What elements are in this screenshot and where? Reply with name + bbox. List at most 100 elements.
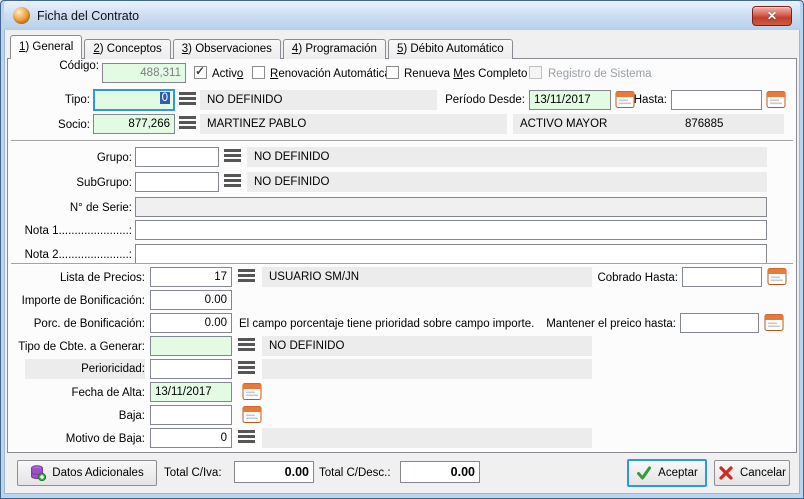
mantener-precio-field[interactable] [680,313,759,333]
motivo-baja-lookup-button[interactable] [238,430,255,445]
socio-nombre: MARTINEZ PABLO [200,114,507,134]
check-icon: ✓ [195,66,206,77]
lista-precios-field[interactable] [150,267,232,287]
periodo-desde-field[interactable] [529,90,611,110]
database-plus-icon [30,465,46,481]
hasta-field[interactable] [671,90,762,110]
cobrado-hasta-calendar-icon[interactable] [767,267,788,286]
nota2-label: Nota 2......................: [8,248,132,262]
registro-de-sistema-label: Registro de Sistema [548,67,652,81]
cancelar-button[interactable]: Cancelar [714,460,790,486]
lista-precios-label: Lista de Precios: [8,271,145,285]
cobrado-hasta-label: Cobrado Hasta: [548,271,678,285]
baja-calendar-icon[interactable] [242,405,263,424]
cancelar-label: Cancelar [740,467,786,479]
codigo-field[interactable] [102,63,186,83]
close-button[interactable]: ✕ [752,6,792,26]
motivo-baja-field[interactable] [150,428,232,448]
datos-adicionales-button[interactable]: Datos Adicionales [17,460,157,486]
baja-label: Baja: [8,409,145,423]
motivo-baja-label: Motivo de Baja: [8,432,145,446]
tipo-cbte-label: Tipo de Cbte. a Generar: [8,340,145,354]
tipo-cbte-description: NO DEFINIDO [262,336,592,356]
subgrupo-description: NO DEFINIDO [247,172,767,192]
dialog-body: 1) General 2) Conceptos 3) Observaciones… [4,30,800,494]
tab-programacion[interactable]: 4) Programación [283,39,386,59]
perioricidad-label: Perioricidad: [25,359,145,379]
mantener-precio-calendar-icon[interactable] [764,313,785,332]
periodo-desde-label: Período Desde: [428,93,525,107]
tab-page-general: Código: ✓ Activo Renovación Automática R… [7,58,797,453]
grupo-description: NO DEFINIDO [247,147,767,167]
renovacion-automatica-checkbox[interactable] [252,66,265,79]
nota2-field[interactable] [135,244,767,264]
total-iva-label: Total C/Iva: [164,466,222,480]
importe-bonificacion-label: Importe de Bonificación: [8,294,145,308]
socio-info-strip: ACTIVO MAYOR 876885 [513,114,784,134]
app-icon [13,7,30,24]
tab-conceptos[interactable]: 2) Conceptos [84,39,170,59]
socio-field[interactable] [93,114,175,134]
lista-precios-description: USUARIO SM/JN [262,267,592,287]
ficha-del-contrato-dialog: Ficha del Contrato ✕ 1) General 2) Conce… [0,0,804,499]
renueva-mes-completo-checkbox[interactable] [386,66,399,79]
porc-bonificacion-label: Porc. de Bonificación: [8,317,145,331]
hasta-calendar-icon[interactable] [766,90,787,109]
activo-checkbox[interactable]: ✓ [194,66,207,79]
registro-de-sistema-checkbox [529,66,542,79]
tab-bar: 1) General 2) Conceptos 3) Observaciones… [5,34,799,58]
tipo-description: NO DEFINIDO [200,90,437,110]
aceptar-button[interactable]: Aceptar [627,459,707,487]
tipo-value: 0 [160,92,170,104]
tab-observaciones[interactable]: 3) Observaciones [173,39,281,59]
x-icon [718,465,734,481]
total-desc-field [400,461,480,483]
datos-adicionales-label: Datos Adicionales [52,467,143,479]
tab-general[interactable]: 1) General [10,35,82,59]
porcentaje-note: El campo porcentaje tiene prioridad sobr… [239,317,534,331]
grupo-field[interactable] [135,147,219,167]
perioricidad-lookup-button[interactable] [238,361,255,376]
fecha-alta-calendar-icon[interactable] [242,382,263,401]
subgrupo-label: SubGrupo: [8,176,132,190]
total-desc-label: Total C/Desc.: [319,466,391,480]
serie-field [135,197,767,217]
porc-bonificacion-field[interactable] [150,313,232,333]
fecha-alta-label: Fecha de Alta: [8,386,145,400]
renueva-mes-completo-label: Renueva Mes Completo [404,67,527,81]
separator [11,263,793,265]
baja-field[interactable] [150,405,232,425]
nota1-label: Nota 1......................: [8,224,132,238]
aceptar-label: Aceptar [658,467,698,479]
hasta-label: Hasta: [622,93,667,107]
perioricidad-field[interactable] [150,359,232,379]
subgrupo-field[interactable] [135,172,219,192]
tab-debito-automatico[interactable]: 5) Débito Automático [388,39,513,59]
nota1-field[interactable] [135,220,767,240]
lista-precios-lookup-button[interactable] [238,269,255,284]
tipo-input[interactable]: 0 [93,89,175,111]
mantener-precio-label: Mantener el preico hasta: [528,317,676,331]
grupo-lookup-button[interactable] [224,149,241,164]
separator [11,140,793,142]
motivo-baja-description [262,428,592,448]
tipo-label: Tipo: [8,93,90,107]
window-title: Ficha del Contrato [37,9,139,23]
fecha-alta-field[interactable] [150,382,232,402]
cobrado-hasta-field[interactable] [682,267,762,287]
socio-categoria: ACTIVO MAYOR [520,114,607,134]
socio-label: Socio: [8,118,90,132]
tipo-cbte-field[interactable] [150,336,232,356]
socio-numero: 876885 [685,114,723,134]
check-icon [636,465,652,481]
tipo-cbte-lookup-button[interactable] [238,338,255,353]
renovacion-automatica-label: Renovación Automática [270,67,391,81]
codigo-label: Código: [8,59,99,73]
tipo-lookup-button[interactable] [179,92,196,107]
importe-bonificacion-field[interactable] [150,290,232,310]
serie-label: N° de Serie: [8,201,132,215]
socio-lookup-button[interactable] [179,116,196,131]
title-bar: Ficha del Contrato ✕ [4,1,800,30]
subgrupo-lookup-button[interactable] [224,174,241,189]
footer-bar: Datos Adicionales Total C/Iva: Total C/D… [7,453,797,493]
